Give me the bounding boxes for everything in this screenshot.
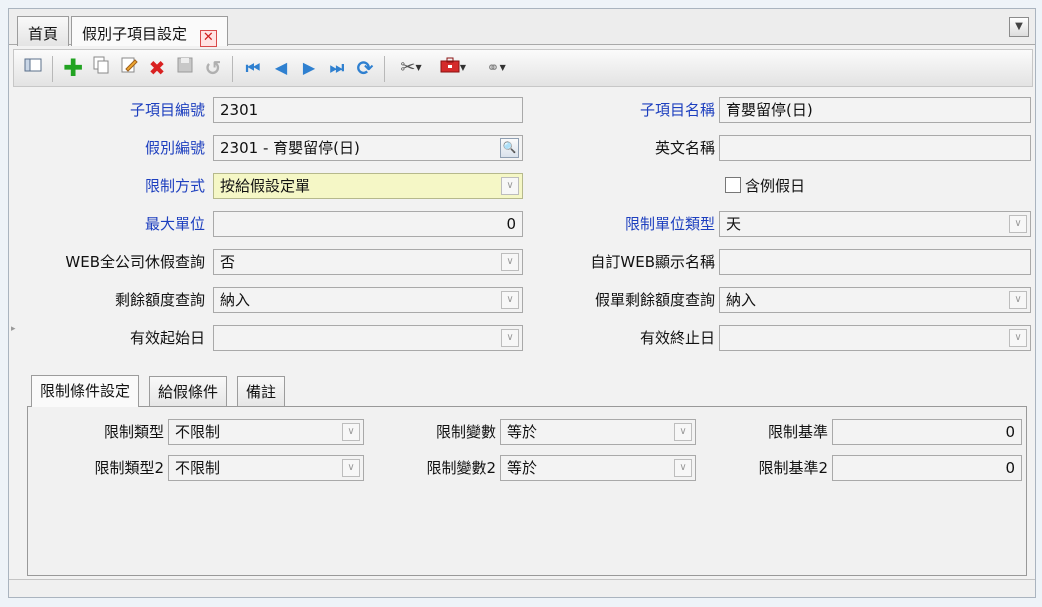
tab-home[interactable]: 首頁 xyxy=(17,16,70,46)
restrict-variable-label: 限制變數 xyxy=(435,423,496,441)
chevron-down-icon[interactable]: ∨ xyxy=(1009,329,1027,347)
restrict-unit-type-value: 天 xyxy=(726,215,742,233)
add-icon[interactable]: ✚ xyxy=(60,56,86,80)
tab-leave-subitem-settings[interactable]: 假別子項目設定 ✕ xyxy=(71,16,228,47)
restrict-variable-2-select[interactable]: 等於 ∨ xyxy=(500,455,696,481)
tab-leave-subitem-label: 假別子項目設定 xyxy=(82,25,188,43)
restrict-method-select[interactable]: 按給假設定單 ∨ xyxy=(213,173,523,199)
restrict-type-2-label: 限制類型2 xyxy=(94,459,164,477)
chevron-down-icon[interactable]: ∨ xyxy=(501,291,519,309)
restrict-unit-type-label: 限制單位類型 xyxy=(624,215,715,233)
tab-menu-dropdown-icon[interactable]: ▼ xyxy=(1009,17,1029,37)
leave-type-no-field[interactable]: 2301 - 育嬰留停(日) 🔍 xyxy=(213,135,523,161)
max-unit-label: 最大單位 xyxy=(144,215,205,233)
close-tab-icon[interactable]: ✕ xyxy=(199,30,217,47)
save-icon[interactable] xyxy=(172,56,198,80)
chevron-down-icon[interactable]: ∨ xyxy=(1009,215,1027,233)
chevron-down-icon[interactable]: ∨ xyxy=(342,459,360,477)
tools-icon[interactable]: ✂▼ xyxy=(392,56,430,80)
restrict-variable-2-value: 等於 xyxy=(507,459,538,477)
chevron-down-icon[interactable]: ∨ xyxy=(674,423,692,441)
first-record-icon[interactable]: ⏮ xyxy=(240,56,266,80)
sub-item-no-label: 子項目編號 xyxy=(129,101,205,119)
chevron-down-icon[interactable]: ∨ xyxy=(501,329,519,347)
link-icon[interactable]: ⚭▼ xyxy=(476,56,516,80)
sub-item-name-field[interactable]: 育嬰留停(日) xyxy=(719,97,1031,123)
copy-icon[interactable] xyxy=(88,56,114,80)
subtab-grant-conditions[interactable]: 給假條件 xyxy=(149,376,228,406)
effective-start-select[interactable]: ∨ xyxy=(213,325,523,351)
remaining-query-value: 納入 xyxy=(220,291,251,309)
remaining-query-select[interactable]: 納入 ∨ xyxy=(213,287,523,313)
leave-type-no-label: 假別編號 xyxy=(144,139,205,157)
status-bar xyxy=(9,579,1035,597)
restrict-method-label: 限制方式 xyxy=(144,177,205,195)
subtab-notes[interactable]: 備註 xyxy=(237,376,286,406)
next-record-icon[interactable]: ▶ xyxy=(296,56,322,80)
english-name-label: 英文名稱 xyxy=(654,139,715,157)
chevron-down-icon[interactable]: ∨ xyxy=(674,459,692,477)
restrict-base-2-label: 限制基準2 xyxy=(758,459,828,477)
restrict-base-field[interactable]: 0 xyxy=(832,419,1022,445)
chevron-down-icon[interactable]: ∨ xyxy=(501,177,519,195)
restrict-type-2-select[interactable]: 不限制 ∨ xyxy=(168,455,364,481)
chevron-down-icon[interactable]: ∨ xyxy=(342,423,360,441)
restrict-variable-value: 等於 xyxy=(507,423,538,441)
tab-home-label: 首頁 xyxy=(28,25,59,43)
restrict-variable-2-label: 限制變數2 xyxy=(426,459,496,477)
chevron-down-icon[interactable]: ∨ xyxy=(501,253,519,271)
tab-strip: 首頁 假別子項目設定 ✕ ▼ xyxy=(9,9,1035,47)
effective-end-label: 有效終止日 xyxy=(639,329,715,347)
restrict-type-label: 限制類型 xyxy=(103,423,164,441)
splitter-handle-icon[interactable]: ▸ xyxy=(11,324,16,334)
include-holiday-label: 含例假日 xyxy=(745,177,806,195)
subtab-restriction-settings[interactable]: 限制條件設定 xyxy=(31,375,140,407)
sub-item-name-label: 子項目名稱 xyxy=(639,101,715,119)
restrict-type-value: 不限制 xyxy=(175,423,221,441)
web-company-query-label: WEB全公司休假查詢 xyxy=(65,253,205,271)
restrict-base-label: 限制基準 xyxy=(767,423,828,441)
lookup-search-icon[interactable]: 🔍 xyxy=(500,138,519,158)
remaining-query-label: 剩餘額度查詢 xyxy=(114,291,205,309)
form-remaining-query-label: 假單剩餘額度查詢 xyxy=(594,291,715,309)
web-company-query-value: 否 xyxy=(220,253,236,271)
prev-record-icon[interactable]: ◀ xyxy=(268,56,294,80)
app-window: 首頁 假別子項目設定 ✕ ▼ ✚ ✖ ↺ ⏮ ◀ ▶ ⏭ ⟳ ✂▼ ▼ ⚭▼ 子… xyxy=(8,8,1036,598)
restrict-type-2-value: 不限制 xyxy=(175,459,221,477)
web-company-query-select[interactable]: 否 ∨ xyxy=(213,249,523,275)
undo-icon[interactable]: ↺ xyxy=(200,56,226,80)
restrict-variable-select[interactable]: 等於 ∨ xyxy=(500,419,696,445)
subtab-grant-label: 給假條件 xyxy=(158,383,219,401)
restrict-unit-type-select[interactable]: 天 ∨ xyxy=(719,211,1031,237)
restrict-type-select[interactable]: 不限制 ∨ xyxy=(168,419,364,445)
effective-end-select[interactable]: ∨ xyxy=(719,325,1031,351)
custom-web-name-label: 自訂WEB顯示名稱 xyxy=(590,253,715,271)
leave-type-no-value: 2301 - 育嬰留停(日) xyxy=(220,139,360,157)
last-record-icon[interactable]: ⏭ xyxy=(324,56,350,80)
effective-start-label: 有效起始日 xyxy=(129,329,205,347)
restrict-method-value: 按給假設定單 xyxy=(220,177,311,195)
custom-web-name-field[interactable] xyxy=(719,249,1031,275)
restriction-conditions-panel: 限制類型 不限制 ∨ 限制變數 等於 ∨ 限制基準 0 限制類型2 不限制 ∨ … xyxy=(27,406,1027,576)
max-unit-field[interactable]: 0 xyxy=(213,211,523,237)
english-name-field[interactable] xyxy=(719,135,1031,161)
restrict-base-2-field[interactable]: 0 xyxy=(832,455,1022,481)
sub-item-no-field[interactable]: 2301 xyxy=(213,97,523,123)
delete-icon[interactable]: ✖ xyxy=(144,56,170,80)
subtab-restriction-label: 限制條件設定 xyxy=(40,382,131,400)
toggle-panel-icon[interactable] xyxy=(20,56,46,80)
edit-icon[interactable] xyxy=(116,56,142,80)
subtab-notes-label: 備註 xyxy=(246,383,277,401)
toolbox-icon[interactable]: ▼ xyxy=(434,56,472,80)
form-remaining-query-select[interactable]: 納入 ∨ xyxy=(719,287,1031,313)
form-remaining-query-value: 納入 xyxy=(726,291,757,309)
chevron-down-icon[interactable]: ∨ xyxy=(1009,291,1027,309)
include-holiday-checkbox[interactable] xyxy=(725,177,741,193)
toolbar: ✚ ✖ ↺ ⏮ ◀ ▶ ⏭ ⟳ ✂▼ ▼ ⚭▼ xyxy=(13,49,1033,87)
refresh-icon[interactable]: ⟳ xyxy=(352,56,378,80)
